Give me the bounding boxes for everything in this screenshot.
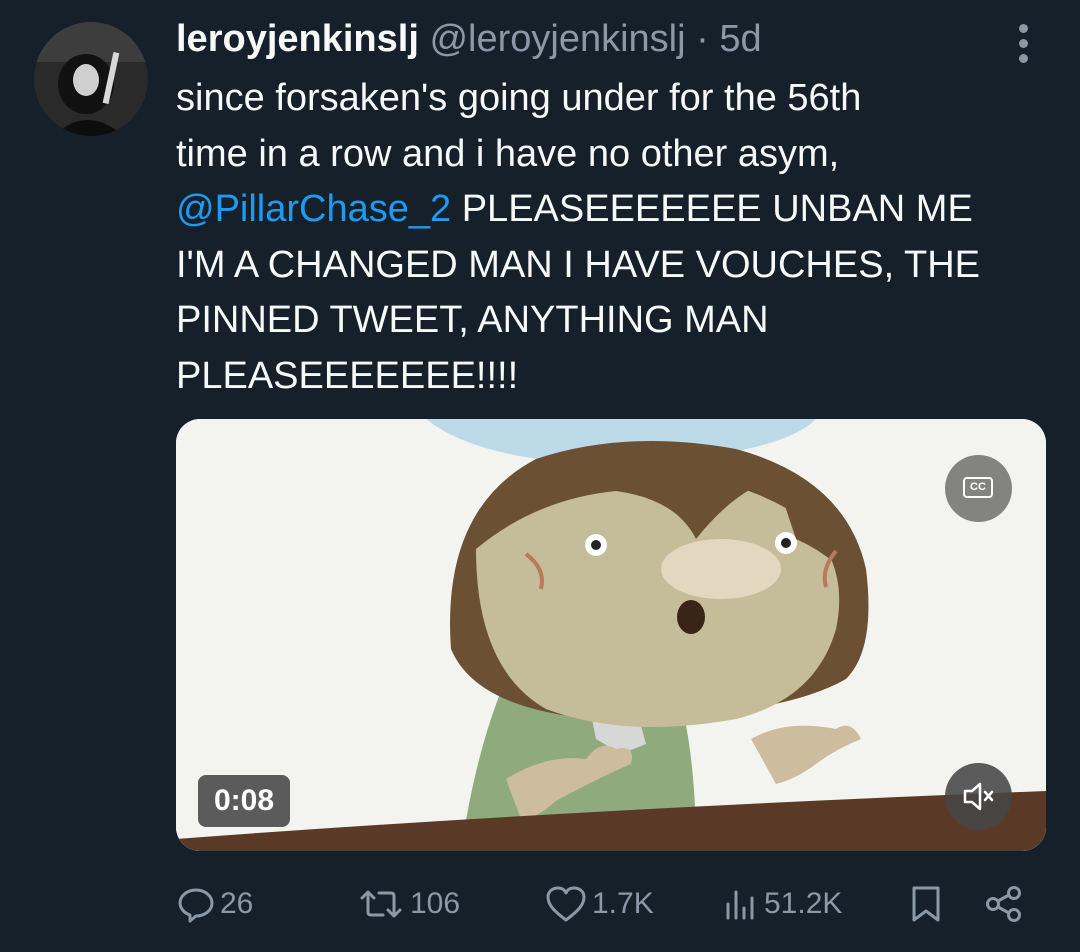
timestamp[interactable]: 5d	[719, 18, 761, 60]
reply-icon	[178, 888, 214, 923]
repost-button[interactable]: 106	[356, 876, 460, 932]
tweet-text: since forsaken's going under for the 56t…	[176, 71, 1056, 404]
video-frame	[176, 419, 1046, 851]
views-button[interactable]: 51.2K	[720, 876, 842, 932]
tweet-text-line: PINNED TWEET, ANYTHING MAN	[176, 299, 769, 341]
avatar-image	[34, 22, 148, 136]
repost-icon	[360, 890, 402, 918]
closed-captions-icon: CC	[963, 477, 993, 498]
like-button[interactable]: 1.7K	[544, 876, 654, 932]
speaker-muted-icon	[963, 782, 994, 811]
tweet-text-line: since forsaken's going under for the 56t…	[176, 77, 862, 119]
mute-button[interactable]	[945, 763, 1012, 830]
bookmark-button[interactable]	[906, 876, 946, 932]
username[interactable]: leroyjenkinslj	[176, 18, 419, 60]
tweet-text-fragment: PLEASEEEEEEE UNBAN ME	[451, 188, 973, 230]
tweet-text-line: PLEASEEEEEEE!!!!	[176, 354, 519, 397]
mention-link[interactable]: @PillarChase_2	[176, 188, 451, 230]
avatar[interactable]	[34, 22, 148, 136]
bookmark-icon	[912, 886, 940, 922]
like-count: 1.7K	[592, 887, 654, 920]
video-player[interactable]: CC 0:08	[176, 419, 1046, 851]
view-count: 51.2K	[764, 887, 843, 920]
repost-count: 106	[410, 887, 461, 920]
tweet-text-line: time in a row and i have no other asym,	[176, 132, 840, 175]
tweet-actions: 26 106 1.7K 51.2K	[0, 876, 1080, 932]
share-button[interactable]	[982, 876, 1026, 932]
like-icon	[546, 886, 586, 922]
views-icon	[726, 890, 754, 920]
reply-count: 26	[220, 887, 254, 920]
separator-dot: ·	[696, 18, 709, 60]
tweet-text-line: I'M A CHANGED MAN I HAVE VOUCHES, THE	[176, 243, 980, 286]
share-icon	[986, 886, 1021, 922]
more-options-icon[interactable]	[1010, 20, 1038, 68]
captions-button[interactable]: CC	[945, 455, 1012, 522]
tweet-text-line: @PillarChase_2 PLEASEEEEEEE UNBAN ME	[176, 182, 1056, 238]
video-duration: 0:08	[198, 775, 291, 827]
tweet-header: leroyjenkinslj @leroyjenkinslj · 5d	[176, 14, 762, 64]
user-handle[interactable]: @leroyjenkinslj	[429, 18, 685, 60]
reply-button[interactable]: 26	[176, 876, 253, 932]
